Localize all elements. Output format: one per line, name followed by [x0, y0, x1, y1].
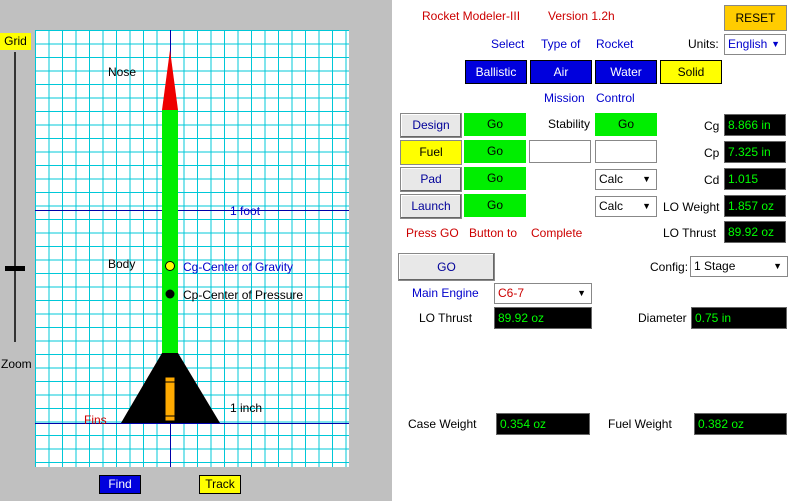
config-value: 1 Stage	[694, 259, 736, 273]
cp-label: Cp	[704, 146, 720, 160]
lo-thrust-readout-top: 89.92 oz	[724, 221, 786, 243]
engine-lo-thrust-label: LO Thrust	[419, 311, 473, 325]
cg-label: Cg	[704, 119, 720, 133]
cg-readout: 8.866 in	[724, 114, 786, 136]
config-select[interactable]: 1 Stage ▼	[690, 256, 788, 277]
design-grid: Nose Body Fins 1 foot 1 inch Cg-Center o…	[35, 30, 349, 467]
fuel-input-2[interactable]	[595, 140, 657, 163]
press-go-text: Press GO	[406, 226, 459, 240]
zoom-label: Zoom	[1, 357, 32, 371]
button-to-text: Button to	[469, 226, 518, 240]
solid-button[interactable]: Solid	[660, 60, 722, 84]
case-weight-readout: 0.354 oz	[496, 413, 590, 435]
fuel-input-1[interactable]	[529, 140, 591, 163]
foot-label: 1 foot	[230, 204, 261, 218]
design-button[interactable]: Design	[400, 113, 462, 138]
stability-label: Stability	[548, 117, 591, 131]
calc-value: Calc	[599, 199, 624, 213]
lo-weight-readout: 1.857 oz	[724, 195, 786, 217]
version-label: Version 1.2h	[548, 9, 615, 23]
launch-calc-select[interactable]: Calc ▼	[595, 196, 657, 217]
units-value: English	[728, 37, 768, 51]
cd-label: Cd	[704, 173, 720, 187]
chevron-down-icon: ▼	[577, 288, 586, 298]
pad-calc-select[interactable]: Calc ▼	[595, 169, 657, 190]
case-weight-label: Case Weight	[408, 417, 477, 431]
rocket-view-panel: Grid Zoom Nose Body Fins 1 foot 1 inch C…	[0, 0, 392, 501]
inch-label: 1 inch	[230, 401, 263, 415]
fuel-button[interactable]: Fuel	[400, 140, 462, 165]
zoom-slider-handle[interactable]	[5, 266, 25, 271]
main-engine-select[interactable]: C6-7 ▼	[494, 283, 592, 304]
complete-text: Complete	[531, 226, 583, 240]
chevron-down-icon: ▼	[771, 39, 780, 49]
fuel-weight-label: Fuel Weight	[608, 417, 672, 431]
lo-thrust-label-top: LO Thrust	[663, 226, 717, 240]
diameter-label: Diameter	[638, 311, 687, 325]
air-button[interactable]: Air	[530, 60, 592, 84]
grid-button[interactable]: Grid	[0, 33, 31, 50]
pad-go-indicator: Go	[464, 167, 526, 190]
lo-weight-label: LO Weight	[663, 200, 720, 214]
rocket-drawing	[121, 50, 220, 423]
main-engine-label: Main Engine	[412, 286, 479, 300]
launch-button[interactable]: Launch	[400, 194, 462, 219]
type-of-word: Type of	[541, 37, 581, 51]
fuel-go-indicator: Go	[464, 140, 526, 163]
body-label: Body	[108, 257, 136, 271]
cd-readout: 1.015	[724, 168, 786, 190]
select-word: Select	[491, 37, 525, 51]
rocket-word: Rocket	[596, 37, 634, 51]
mission-word: Mission	[544, 91, 585, 105]
fuel-weight-readout: 0.382 oz	[694, 413, 787, 435]
reset-button[interactable]: RESET	[724, 5, 787, 31]
find-button[interactable]: Find	[99, 475, 141, 494]
fins-label: Fins	[84, 413, 107, 427]
cg-marker	[165, 261, 175, 271]
track-button[interactable]: Track	[199, 475, 241, 494]
chevron-down-icon: ▼	[773, 261, 782, 271]
design-go-indicator: Go	[464, 113, 526, 136]
stability-indicator: Go	[595, 113, 657, 136]
diameter-readout: 0.75 in	[691, 307, 787, 329]
rocket-engine	[164, 376, 176, 422]
chevron-down-icon: ▼	[642, 174, 651, 184]
nose-label: Nose	[108, 65, 137, 79]
go-button[interactable]: GO	[398, 253, 495, 281]
zoom-slider-track[interactable]	[14, 52, 16, 342]
engine-lo-thrust-readout: 89.92 oz	[494, 307, 592, 329]
units-select[interactable]: English ▼	[724, 34, 786, 55]
cp-marker	[165, 289, 175, 299]
rocket-nose	[162, 50, 178, 110]
ballistic-button[interactable]: Ballistic	[465, 60, 527, 84]
control-word: Control	[596, 91, 635, 105]
config-label: Config:	[650, 260, 689, 274]
units-label: Units:	[688, 37, 719, 51]
cp-legend: Cp-Center of Pressure	[183, 288, 304, 302]
app-title: Rocket Modeler-III	[422, 9, 521, 23]
pad-button[interactable]: Pad	[400, 167, 462, 192]
water-button[interactable]: Water	[595, 60, 657, 84]
launch-go-indicator: Go	[464, 194, 526, 217]
calc-value: Calc	[599, 172, 624, 186]
cg-legend: Cg-Center of Gravity	[183, 260, 294, 274]
chevron-down-icon: ▼	[642, 201, 651, 211]
main-engine-value: C6-7	[498, 286, 525, 300]
cp-readout: 7.325 in	[724, 141, 786, 163]
